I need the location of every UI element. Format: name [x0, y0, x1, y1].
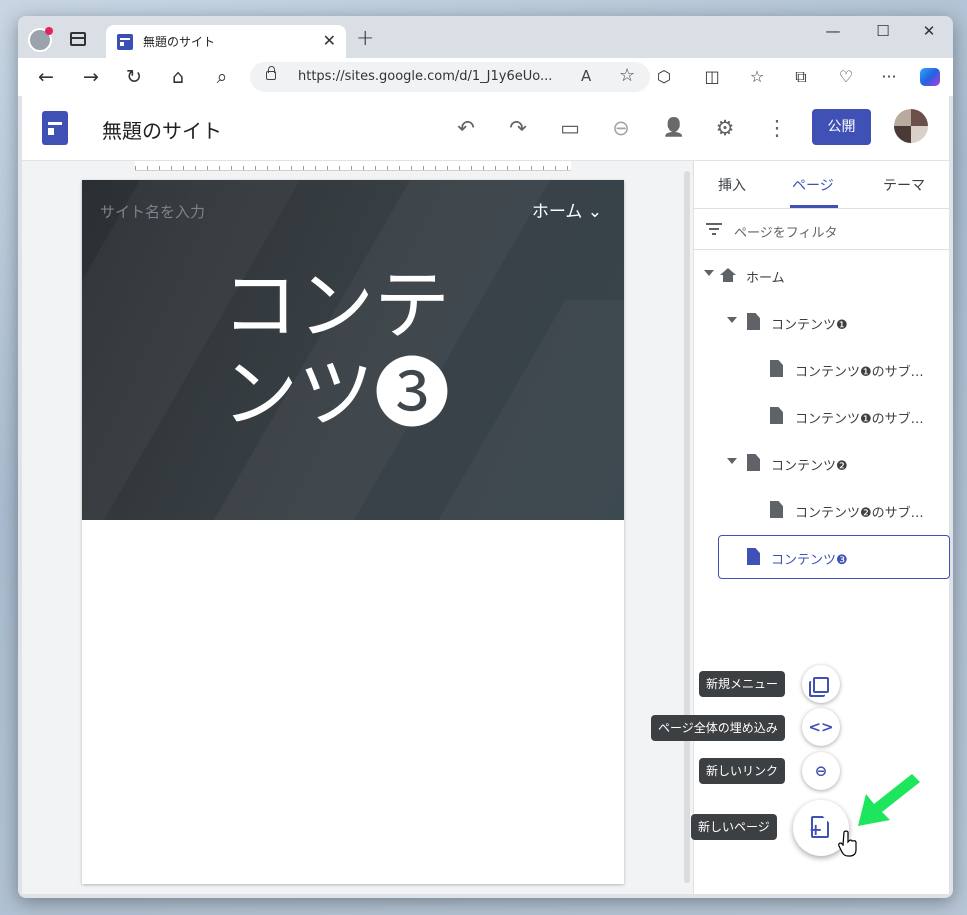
read-aloud-icon[interactable]: A	[581, 67, 591, 85]
page-icon	[770, 360, 783, 377]
split-screen-icon[interactable]: ◫	[701, 67, 723, 86]
copy-link-icon[interactable]: ⊖	[607, 115, 635, 141]
reload-icon[interactable]: ↻	[122, 66, 146, 88]
annotation-arrow-icon	[858, 774, 920, 826]
divider	[694, 249, 950, 250]
address-bar[interactable]: https://sites.google.com/d/1_J1y6eUo... …	[250, 62, 650, 92]
site-title[interactable]: 無題のサイト	[102, 115, 222, 144]
favorite-star-icon[interactable]: ☆	[619, 65, 635, 86]
ruler	[135, 161, 571, 171]
plus-icon: +	[809, 820, 823, 839]
tab-insert[interactable]: 挿入	[718, 175, 746, 195]
more-menu-icon[interactable]: ···	[878, 67, 900, 86]
search-icon[interactable]: ⌕	[210, 66, 234, 88]
page-title[interactable]: コンテンツ❸	[222, 262, 512, 438]
embed-page-button[interactable]: <>	[802, 708, 840, 746]
page-tree-item[interactable]: コンテンツ❶	[727, 312, 937, 334]
avatar[interactable]	[894, 109, 928, 143]
copilot-icon[interactable]	[920, 68, 940, 86]
divider	[694, 208, 950, 209]
page-icon	[747, 454, 760, 471]
filter-icon	[706, 223, 722, 235]
sites-favicon-icon	[117, 34, 133, 50]
expand-caret-icon[interactable]	[704, 270, 714, 276]
page-tree-item-selected[interactable]: コンテンツ❸	[747, 547, 937, 569]
undo-icon[interactable]: ↶	[452, 115, 480, 141]
copy-icon	[813, 676, 829, 693]
share-icon[interactable]: 👤	[660, 115, 688, 141]
page-icon	[747, 548, 760, 565]
back-icon[interactable]: ←	[34, 66, 58, 88]
preview-icon[interactable]: ▭	[556, 115, 584, 141]
tree-item-label: コンテンツ❶のサブ…	[795, 412, 924, 427]
tab-pages[interactable]: ページ	[792, 175, 834, 195]
publish-button[interactable]: 公開	[812, 109, 871, 145]
new-link-tooltip: 新しいリンク	[699, 758, 786, 784]
page-filter-input[interactable]: ページをフィルタ	[734, 222, 837, 241]
expand-caret-icon[interactable]	[727, 317, 737, 323]
more-options-icon[interactable]: ⋮	[763, 115, 791, 141]
collections-icon[interactable]: ⧉	[790, 67, 812, 87]
new-menu-button[interactable]	[802, 665, 840, 703]
settings-icon[interactable]: ⚙	[711, 115, 739, 141]
embed-page-tooltip: ページ全体の埋め込み	[651, 715, 785, 741]
page-icon	[747, 313, 760, 330]
sites-logo-icon[interactable]	[42, 111, 68, 145]
redo-icon[interactable]: ↷	[504, 115, 532, 141]
close-window-button[interactable]: ✕	[914, 22, 944, 40]
tab-actions-icon[interactable]	[70, 32, 86, 46]
site-page[interactable]: サイト名を入力 ホーム ⌄ コンテンツ❸	[82, 180, 624, 884]
home-icon	[720, 268, 736, 282]
new-page-tooltip: 新しいページ	[691, 814, 777, 840]
new-tab-button[interactable]: +	[356, 26, 374, 51]
maximize-button[interactable]: ☐	[868, 22, 898, 40]
profile-icon[interactable]	[28, 27, 53, 52]
new-link-button[interactable]: ⊖	[802, 752, 840, 790]
tree-item-label: コンテンツ❶	[771, 318, 848, 333]
tree-item-label: コンテンツ❷	[771, 459, 848, 474]
address-bar-row: ← → ↻ ⌂ ⌕ https://sites.google.com/d/1_J…	[18, 58, 953, 96]
scrollbar[interactable]	[684, 171, 690, 883]
page-tree-item[interactable]: コンテンツ❶のサブ…	[770, 406, 940, 428]
app-bar: 無題のサイト ↶ ↷ ▭ ⊖ 👤 ⚙ ⋮ 公開	[22, 96, 949, 161]
nav-home-link[interactable]: ホーム ⌄	[532, 197, 602, 222]
page-tree-item[interactable]: コンテンツ❷	[727, 453, 937, 475]
tree-item-label: コンテンツ❷のサブ…	[795, 506, 924, 521]
tree-item-label: ホーム	[746, 271, 785, 286]
link-icon: ⊖	[814, 762, 828, 780]
page-icon	[770, 501, 783, 518]
code-icon: <>	[808, 718, 834, 736]
header-banner[interactable]: サイト名を入力 ホーム ⌄ コンテンツ❸	[82, 180, 624, 520]
browser-essentials-icon[interactable]: ♡	[835, 67, 857, 86]
favorites-icon[interactable]: ☆	[746, 67, 768, 86]
page-icon	[770, 407, 783, 424]
tree-item-label: コンテンツ❸	[771, 553, 848, 568]
page-tree-item-home[interactable]: ホーム	[704, 265, 934, 287]
minimize-button[interactable]: —	[818, 22, 848, 40]
tab-title: 無題のサイト	[143, 35, 216, 49]
new-menu-tooltip: 新規メニュー	[699, 671, 786, 697]
site-name-input[interactable]: サイト名を入力	[100, 201, 205, 222]
page-tree-item[interactable]: コンテンツ❷のサブ…	[770, 500, 940, 522]
browser-tab[interactable]: 無題のサイト ✕	[106, 25, 346, 58]
tab-themes[interactable]: テーマ	[883, 175, 925, 195]
home-button-icon[interactable]: ⌂	[166, 66, 190, 88]
tab-strip: 無題のサイト ✕ + — ☐ ✕	[18, 16, 953, 58]
tab-close-icon[interactable]: ✕	[323, 31, 336, 50]
page-tree-item[interactable]: コンテンツ❶のサブ…	[770, 359, 940, 381]
expand-caret-icon[interactable]	[727, 458, 737, 464]
url-text[interactable]: https://sites.google.com/d/1_J1y6eUo...	[298, 69, 552, 84]
hand-cursor-icon	[838, 830, 857, 857]
tree-item-label: コンテンツ❶のサブ…	[795, 365, 924, 380]
editor-canvas: サイト名を入力 ホーム ⌄ コンテンツ❸	[22, 161, 693, 894]
extensions-icon[interactable]: ⬡	[653, 67, 675, 86]
lock-icon[interactable]	[266, 66, 276, 80]
forward-icon[interactable]: →	[79, 66, 103, 88]
browser-window: 無題のサイト ✕ + — ☐ ✕ ← → ↻ ⌂ ⌕ https://sites…	[18, 16, 953, 898]
